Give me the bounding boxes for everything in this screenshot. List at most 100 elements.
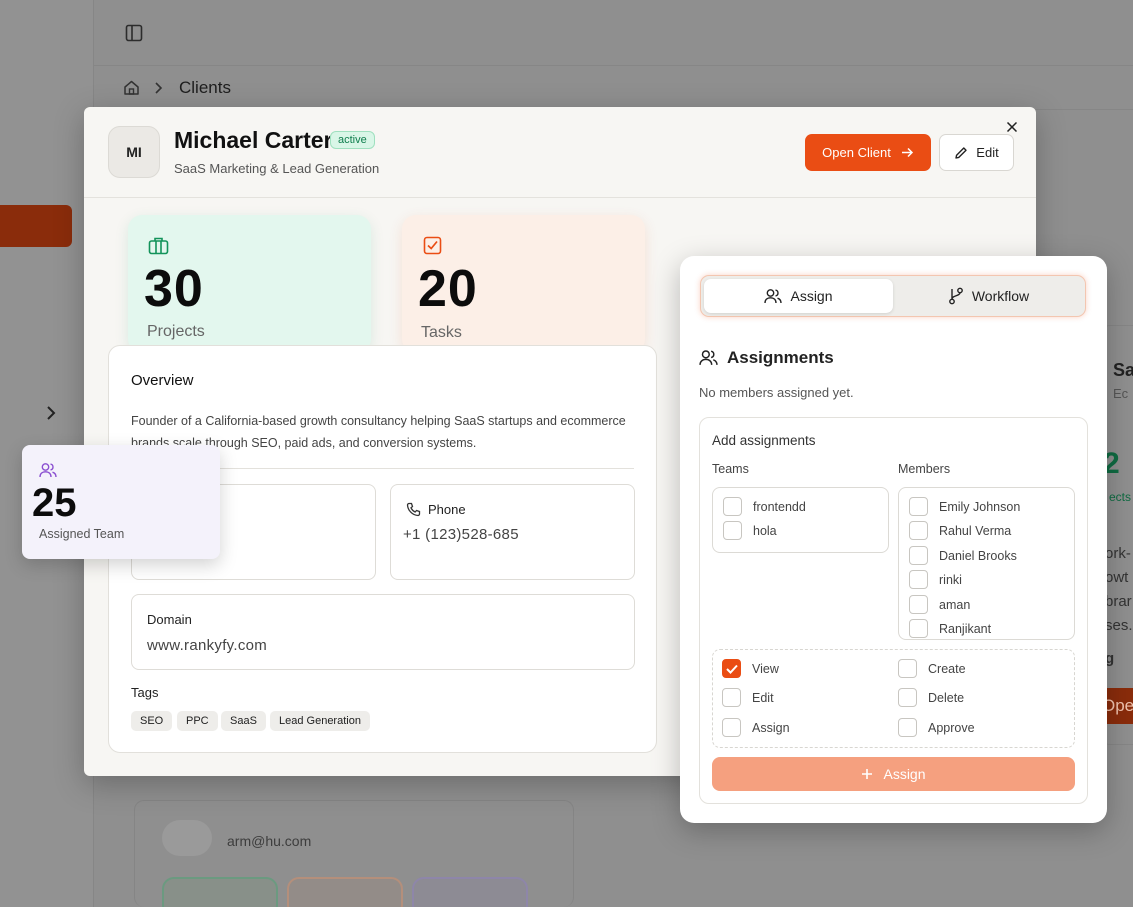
team-label: Assigned Team: [39, 527, 125, 541]
permission-assign[interactable]: Assign: [722, 718, 790, 737]
sidebar-active-item[interactable]: [0, 205, 72, 247]
teams-title: Teams: [712, 462, 749, 476]
check-icon: [725, 664, 738, 674]
member-option[interactable]: Daniel Brooks: [909, 546, 1017, 565]
tab-switcher: Assign Workflow: [700, 275, 1086, 317]
permission-view[interactable]: View: [722, 659, 779, 678]
member-option[interactable]: aman: [909, 595, 970, 614]
domain-label: Domain: [147, 612, 192, 627]
checkbox[interactable]: [909, 497, 928, 516]
members-list: Emily Johnson Rahul Verma Daniel Brooks …: [898, 487, 1075, 640]
assign-button-label: Assign: [883, 766, 926, 782]
checkbox[interactable]: [909, 521, 928, 540]
phone-value[interactable]: +1 (123)528-685: [403, 526, 519, 543]
background-email: arm@hu.com: [227, 833, 312, 849]
tag[interactable]: SEO: [131, 711, 173, 731]
edit-label: Edit: [976, 145, 999, 160]
phone-field-card: Phone +1 (123)528-685: [390, 484, 635, 580]
git-branch-icon: [948, 287, 963, 305]
checkbox[interactable]: [722, 688, 741, 707]
tasks-label: Tasks: [421, 324, 462, 341]
sidebar-toggle-icon[interactable]: [125, 24, 143, 42]
member-option[interactable]: Rahul Verma: [909, 521, 1011, 540]
member-option[interactable]: rinki: [909, 570, 962, 589]
projects-label: Projects: [147, 323, 205, 340]
background-card-text: ork- owt brar ses.: [1105, 545, 1133, 634]
background-card-subtitle: Ec: [1113, 386, 1129, 401]
checkbox[interactable]: [909, 619, 928, 638]
assigned-team-card[interactable]: 25 Assigned Team: [22, 445, 220, 559]
background-avatar: [162, 820, 212, 856]
permission-delete[interactable]: Delete: [898, 688, 964, 707]
tasks-count: 20: [418, 260, 478, 318]
client-subtitle: SaaS Marketing & Lead Generation: [174, 161, 380, 176]
background-stat-card: [412, 877, 528, 907]
tab-workflow[interactable]: Workflow: [894, 279, 1083, 313]
tasks-card[interactable]: 20 Tasks: [402, 215, 645, 353]
background-stat-card: [287, 877, 403, 907]
background-card-stat-label: ects: [1109, 490, 1132, 504]
users-icon: [764, 289, 783, 304]
assignments-title: Assignments: [727, 348, 834, 367]
permissions-box: View Create Edit Delete Assign Approve: [712, 649, 1075, 748]
edit-button[interactable]: Edit: [939, 134, 1014, 171]
breadcrumb: [94, 66, 1133, 110]
projects-count: 30: [144, 260, 204, 318]
checkbox[interactable]: [723, 521, 742, 540]
team-count: 25: [32, 481, 77, 525]
permission-approve[interactable]: Approve: [898, 718, 975, 737]
modal-header: MI Michael Carter active SaaS Marketing …: [84, 107, 1036, 198]
checkbox[interactable]: [909, 546, 928, 565]
background-card-title: Sa: [1113, 360, 1133, 380]
tab-workflow-label: Workflow: [971, 288, 1030, 304]
tag[interactable]: SaaS: [221, 711, 266, 731]
open-client-button[interactable]: Open Client: [805, 134, 931, 171]
phone-label: Phone: [428, 502, 466, 517]
checkbox[interactable]: [723, 497, 742, 516]
users-icon: [39, 463, 57, 478]
plus-icon: [862, 769, 873, 779]
tag[interactable]: Lead Generation: [270, 711, 370, 731]
checkbox[interactable]: [909, 595, 928, 614]
permission-create[interactable]: Create: [898, 659, 966, 678]
projects-card[interactable]: 30 Projects: [128, 215, 371, 353]
tags-label: Tags: [131, 685, 159, 700]
team-option[interactable]: hola: [723, 521, 777, 540]
checkbox-icon: [423, 236, 442, 255]
checkbox[interactable]: [722, 718, 741, 737]
status-badge: active: [330, 131, 375, 149]
home-icon[interactable]: [123, 79, 140, 96]
overview-title: Overview: [131, 372, 194, 389]
phone-icon: [406, 502, 421, 517]
assignment-panel: Assign Workflow Assignments No members a…: [680, 256, 1107, 823]
assign-button[interactable]: Assign: [712, 757, 1075, 791]
members-title: Members: [898, 462, 951, 476]
close-icon[interactable]: [1006, 121, 1018, 133]
breadcrumb-current[interactable]: Clients: [179, 78, 231, 98]
checkbox[interactable]: [909, 570, 928, 589]
tab-assign-label: Assign: [790, 288, 833, 304]
client-name: Michael Carter: [174, 127, 333, 153]
assignments-empty-text: No members assigned yet.: [699, 385, 854, 400]
domain-value[interactable]: www.rankyfy.com: [147, 637, 267, 654]
users-icon: [699, 350, 718, 365]
checkbox-checked[interactable]: [722, 659, 741, 678]
member-option[interactable]: Emily Johnson: [909, 497, 1020, 516]
add-assignments-box: Add assignments Teams Members frontendd …: [699, 417, 1088, 804]
checkbox[interactable]: [898, 688, 917, 707]
tab-assign[interactable]: Assign: [704, 279, 893, 313]
open-client-label: Open Client: [822, 145, 891, 160]
checkbox[interactable]: [898, 659, 917, 678]
arrow-right-icon: [901, 147, 913, 158]
checkbox[interactable]: [898, 718, 917, 737]
tag[interactable]: PPC: [177, 711, 218, 731]
top-bar: [94, 0, 1133, 66]
chevron-right-icon[interactable]: [45, 406, 57, 420]
background-stat-card: [162, 877, 278, 907]
team-option[interactable]: frontendd: [723, 497, 806, 516]
avatar: MI: [108, 126, 160, 178]
teams-list: frontendd hola: [712, 487, 889, 553]
permission-edit[interactable]: Edit: [722, 688, 774, 707]
add-assignments-title: Add assignments: [712, 433, 816, 448]
member-option[interactable]: Ranjikant: [909, 619, 991, 638]
